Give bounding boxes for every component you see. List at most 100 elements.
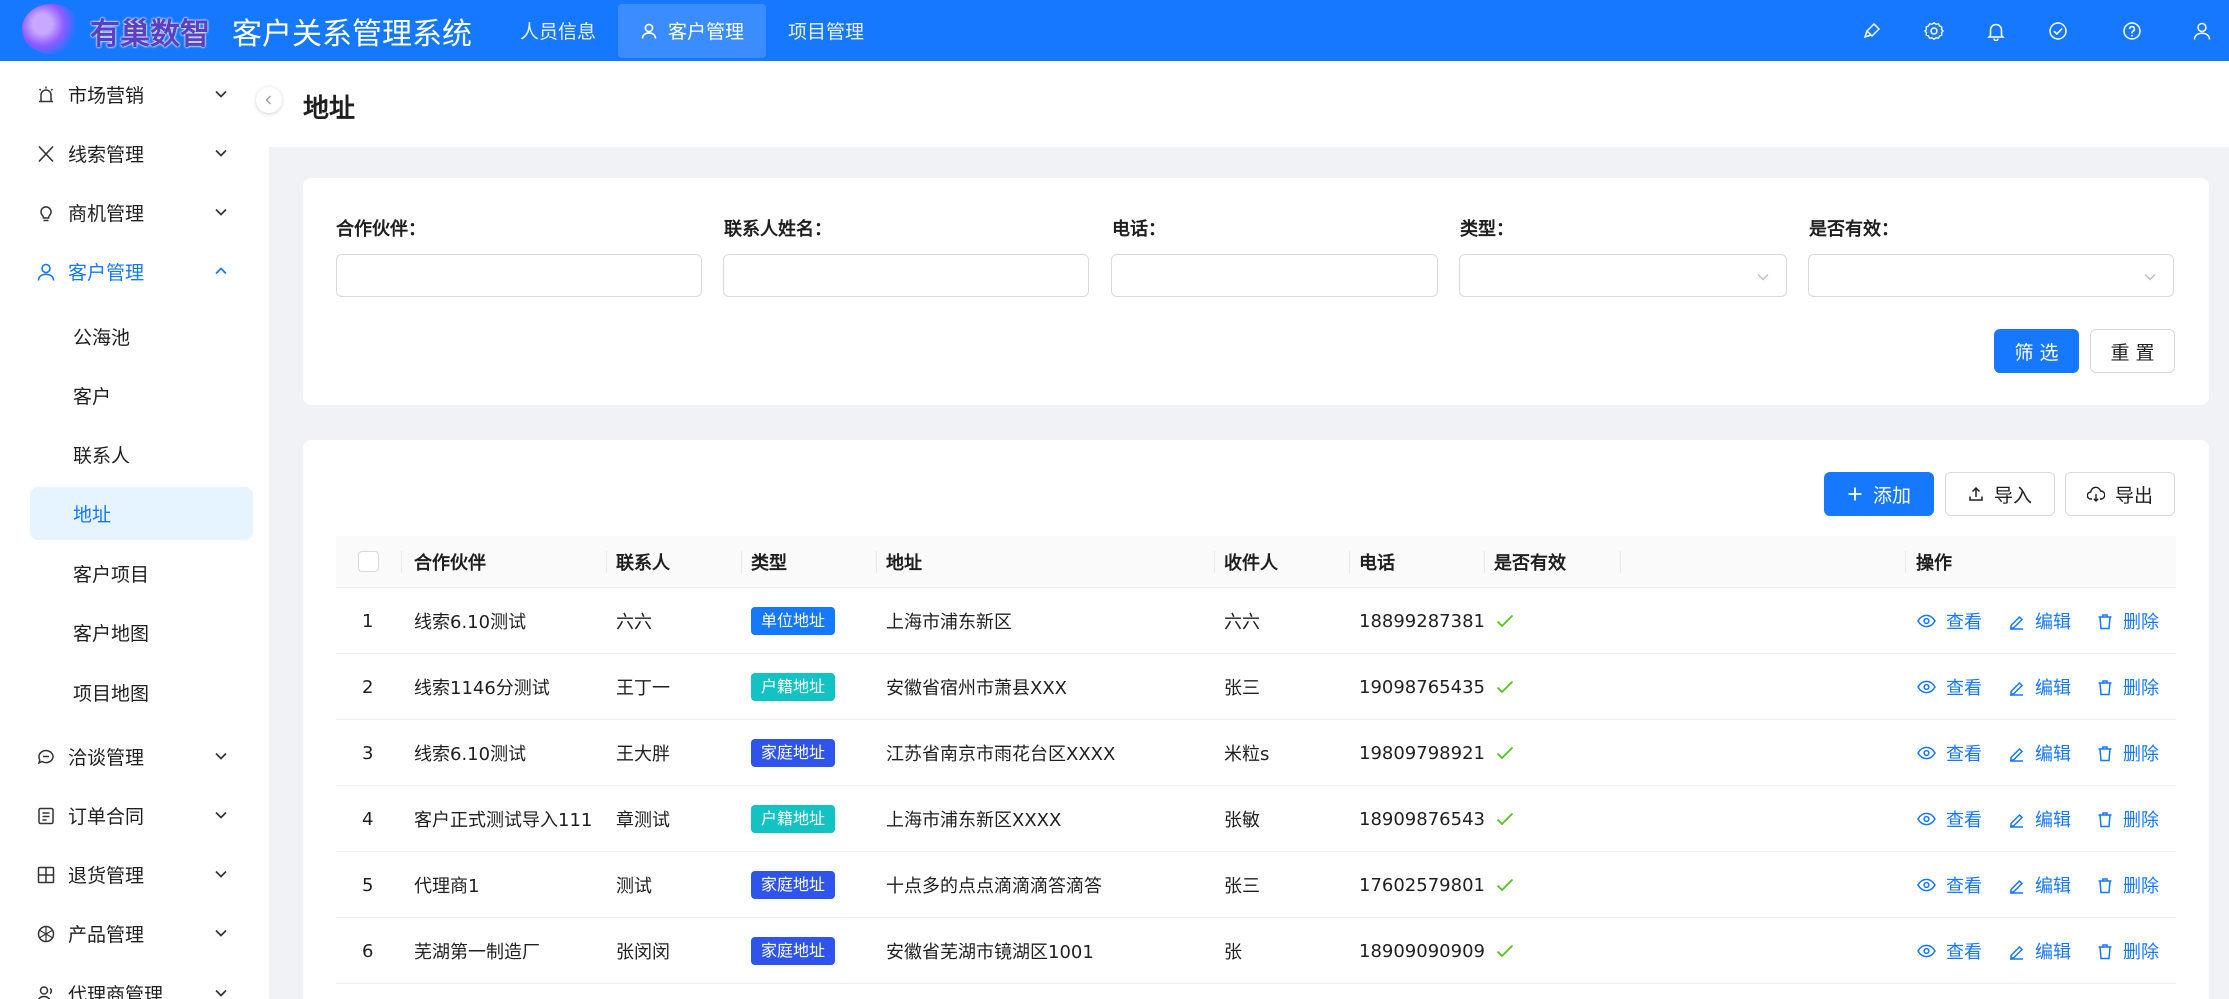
add-button[interactable]: 添加 xyxy=(1824,472,1934,516)
sidebar-group-marketing[interactable]: 市场营销 xyxy=(0,66,269,122)
delete-button[interactable]: 删除 xyxy=(2097,806,2159,832)
sidebar-group-negotiation[interactable]: 洽谈管理 xyxy=(0,728,269,784)
sidebar-group-returns[interactable]: 退货管理 xyxy=(0,846,269,902)
column-divider xyxy=(401,551,402,573)
sidebar-group-agents[interactable]: 代理商管理 xyxy=(0,965,269,999)
trash-icon xyxy=(2098,745,2112,761)
delete-label: 删除 xyxy=(2123,810,2159,831)
topnav-label: 项目管理 xyxy=(788,21,865,43)
topnav-personnel[interactable]: 人员信息 xyxy=(498,4,618,58)
sidebar-group-products[interactable]: 产品管理 xyxy=(0,905,269,961)
filter-panel: 合作伙伴： 联系人姓名： 电话： 类型： 是否有效： 筛 选 重 置 xyxy=(303,178,2209,405)
sidebar-item-customer-map[interactable]: 客户地图 xyxy=(30,606,253,659)
cell-partner: 线索6.10测试 xyxy=(414,612,527,633)
topnav-project[interactable]: 项目管理 xyxy=(766,4,886,58)
cell-partner: 线索6.10测试 xyxy=(414,744,527,765)
cell-contact: 王大胖 xyxy=(616,744,670,765)
sidebar-item-customers[interactable]: 客户 xyxy=(30,369,253,422)
cell-phone: 18909876543 xyxy=(1359,808,1485,830)
sidebar-item-contacts[interactable]: 联系人 xyxy=(30,428,253,481)
sidebar-collapse-button[interactable] xyxy=(256,87,282,113)
settings-button[interactable] xyxy=(1903,0,1965,61)
notifications-button[interactable] xyxy=(1965,0,2027,61)
cell-partner: 代理商1 xyxy=(414,876,480,897)
partner-input[interactable] xyxy=(336,254,702,297)
x-icon xyxy=(38,145,54,163)
delete-button[interactable]: 删除 xyxy=(2097,674,2159,700)
cell-actions: 查看 编辑 删除 xyxy=(1917,588,2185,654)
sidebar-item-label: 项目地图 xyxy=(73,683,150,705)
tasks-button[interactable] xyxy=(2027,0,2089,61)
chevron-down-icon xyxy=(215,752,227,760)
brand-logo[interactable]: 有巢数智 xyxy=(0,0,210,61)
delete-button[interactable]: 删除 xyxy=(2097,608,2159,634)
sidebar-group-orders[interactable]: 订单合同 xyxy=(0,787,269,843)
phone-input[interactable] xyxy=(1111,254,1438,297)
contact-name-input[interactable] xyxy=(723,254,1089,297)
cell-receiver: 张 xyxy=(1224,942,1242,963)
edit-button[interactable]: 编辑 xyxy=(2008,674,2071,700)
sidebar-item-label: 联系人 xyxy=(73,445,131,467)
brush-tool-button[interactable] xyxy=(1841,0,1903,61)
cell-address: 安徽省宿州市萧县XXX xyxy=(886,678,1067,699)
delete-button[interactable]: 删除 xyxy=(2097,740,2159,766)
edit-button[interactable]: 编辑 xyxy=(2008,608,2071,634)
sidebar-group-leads[interactable]: 线索管理 xyxy=(0,125,269,181)
help-button[interactable] xyxy=(2089,0,2175,61)
view-button[interactable]: 查看 xyxy=(1917,806,1982,832)
column-header-address: 地址 xyxy=(886,553,922,574)
edit-label: 编辑 xyxy=(2035,612,2071,633)
sidebar-item-public-pool[interactable]: 公海池 xyxy=(30,310,253,363)
filter-label-partner: 合作伙伴： xyxy=(336,219,426,240)
view-label: 查看 xyxy=(1946,678,1982,699)
cell-receiver: 张三 xyxy=(1224,876,1260,897)
edit-button[interactable]: 编辑 xyxy=(2008,938,2071,964)
view-button[interactable]: 查看 xyxy=(1917,608,1982,634)
column-header-phone: 电话 xyxy=(1359,553,1395,574)
import-button[interactable]: 导入 xyxy=(1945,472,2055,516)
sidebar-item-addresses[interactable]: 地址 xyxy=(30,487,253,540)
chevron-down-icon xyxy=(1757,273,1769,281)
cell-receiver: 张敏 xyxy=(1224,810,1260,831)
sidebar-item-customer-projects[interactable]: 客户项目 xyxy=(30,547,253,600)
edit-label: 编辑 xyxy=(2035,942,2071,963)
valid-select[interactable] xyxy=(1808,254,2174,297)
import-button-label: 导入 xyxy=(1993,484,2032,507)
topnav-customer[interactable]: 客户管理 xyxy=(618,3,767,58)
filter-button[interactable]: 筛 选 xyxy=(1994,329,2079,373)
sidebar-group-opportunity[interactable]: 商机管理 xyxy=(0,184,269,240)
address-type-tag: 家庭地址 xyxy=(751,871,836,899)
type-select[interactable] xyxy=(1459,254,1787,297)
cell-address: 江苏省南京市雨花台区XXXX xyxy=(886,744,1116,765)
cell-address: 安徽省芜湖市镜湖区1001 xyxy=(886,942,1094,963)
edit-button[interactable]: 编辑 xyxy=(2008,740,2071,766)
table-row: 3 线索6.10测试 王大胖 家庭地址 江苏省南京市雨花台区XXXX 米粒s 1980979… xyxy=(336,720,2176,786)
sidebar-item-project-map[interactable]: 项目地图 xyxy=(30,666,253,719)
cell-type: 家庭地址 xyxy=(751,852,836,918)
export-button[interactable]: 导出 xyxy=(2065,472,2175,516)
table-row: 1 线索6.10测试 六六 单位地址 上海市浦东新区 六六 18899287381 查看 编辑 删… xyxy=(336,588,2176,654)
view-button[interactable]: 查看 xyxy=(1917,872,1982,898)
column-header-actions: 操作 xyxy=(1916,553,1952,574)
edit-button[interactable]: 编辑 xyxy=(2008,806,2071,832)
sidebar-group-customer[interactable]: 客户管理 xyxy=(0,243,269,299)
select-all-checkbox[interactable] xyxy=(358,551,379,572)
user-menu-button[interactable] xyxy=(2175,0,2229,61)
sidebar: 市场营销 线索管理 商机管理 客户管理 公海池 客户 联系人 地址 客户项目 客… xyxy=(0,61,269,999)
trash-icon xyxy=(2098,613,2112,629)
cell-actions: 查看 编辑 删除 xyxy=(1917,720,2185,786)
address-type-tag: 户籍地址 xyxy=(751,805,836,833)
eye-icon xyxy=(1917,614,1936,628)
view-button[interactable]: 查看 xyxy=(1917,740,1982,766)
user-icon xyxy=(641,23,657,39)
delete-button[interactable]: 删除 xyxy=(2097,872,2159,898)
delete-button[interactable]: 删除 xyxy=(2097,938,2159,964)
edit-button[interactable]: 编辑 xyxy=(2008,872,2071,898)
column-header-contact: 联系人 xyxy=(616,553,670,574)
edit-icon xyxy=(2010,681,2024,696)
reset-button[interactable]: 重 置 xyxy=(2090,329,2175,373)
view-button[interactable]: 查看 xyxy=(1917,938,1982,964)
delete-label: 删除 xyxy=(2123,876,2159,897)
sidebar-item-label: 公海池 xyxy=(73,327,131,349)
view-button[interactable]: 查看 xyxy=(1917,674,1982,700)
